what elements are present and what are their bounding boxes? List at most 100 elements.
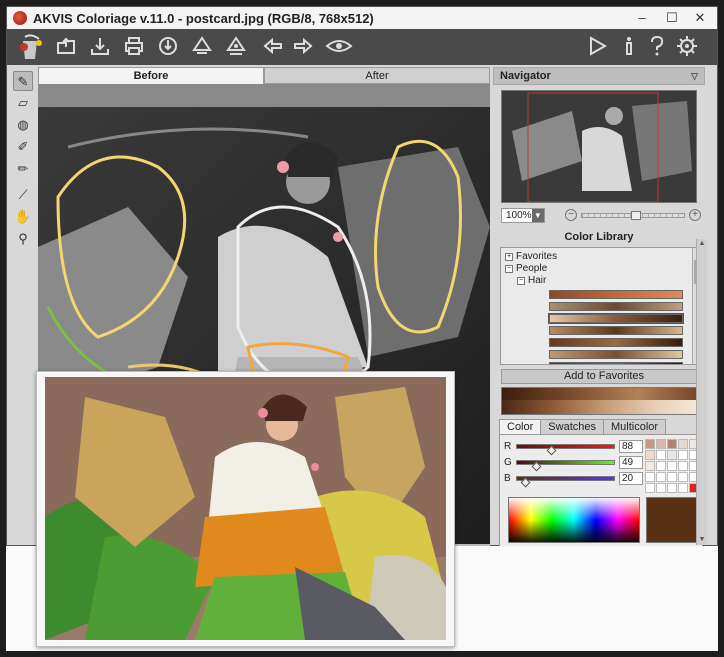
hair-color-gradient[interactable] — [501, 387, 707, 415]
red-slider-handle[interactable] — [546, 445, 557, 455]
add-to-favorites-button[interactable]: Add to Favorites — [501, 369, 707, 384]
navigator-header: Navigator ▽ — [493, 67, 705, 85]
blue-slider-handle[interactable] — [520, 477, 531, 487]
right-panel: Navigator ▽ 100% ▼ − + Color Library + F… — [493, 67, 707, 547]
magic-tube-icon[interactable]: ✐ — [13, 137, 33, 157]
chain-pencil-icon[interactable]: ✏ — [13, 159, 33, 179]
share-icon[interactable] — [224, 35, 248, 59]
tab-before[interactable]: Before — [38, 67, 264, 84]
recent-swatches — [645, 439, 699, 493]
tree-item-hair[interactable]: − Hair — [517, 275, 546, 287]
color-panel: R 88 G 49 B 20 — [499, 434, 703, 547]
swatch-cell[interactable] — [656, 461, 666, 471]
color-swatch-row[interactable] — [549, 350, 683, 359]
tree-item-label: People — [516, 263, 548, 274]
bucket-icon[interactable]: ◍ — [13, 115, 33, 135]
tab-after[interactable]: After — [264, 67, 490, 84]
color-swatch-row[interactable] — [549, 362, 683, 364]
swatch-cell[interactable] — [678, 483, 688, 493]
swatch-cell[interactable] — [645, 472, 655, 482]
help-icon[interactable] — [645, 35, 669, 59]
blue-value-field[interactable]: 20 — [619, 471, 643, 485]
collapse-icon[interactable]: − — [505, 265, 513, 273]
navigator-thumbnail[interactable] — [501, 90, 697, 203]
swatch-cell[interactable] — [678, 472, 688, 482]
green-slider-handle[interactable] — [531, 461, 542, 471]
red-value-field[interactable]: 88 — [619, 439, 643, 453]
green-value-field[interactable]: 49 — [619, 455, 643, 469]
zoom-icon[interactable]: ⚲ — [13, 229, 33, 249]
color-swatch-row[interactable] — [549, 338, 683, 347]
swatch-cell[interactable] — [678, 461, 688, 471]
color-swatch-row[interactable] — [548, 313, 684, 324]
load-strokes-icon[interactable] — [156, 35, 180, 59]
settings-icon[interactable] — [675, 35, 699, 59]
swatch-cell[interactable] — [645, 439, 655, 449]
swatch-cell[interactable] — [645, 483, 655, 493]
info-icon[interactable] — [617, 35, 641, 59]
color-library-title: Color Library — [564, 231, 634, 243]
app-logo-icon — [13, 11, 27, 25]
current-color-preview — [646, 497, 700, 543]
zoom-select[interactable]: 100% ▼ — [501, 207, 545, 223]
swatch-cell[interactable] — [656, 483, 666, 493]
collapse-icon[interactable]: − — [517, 277, 525, 285]
navigator-title: Navigator — [500, 70, 551, 82]
eyedropper-icon[interactable]: ⟋ — [13, 185, 33, 205]
blue-slider[interactable] — [516, 475, 615, 487]
color-swatch-row[interactable] — [549, 290, 683, 299]
swatch-cell[interactable] — [667, 439, 677, 449]
color-spectrum-picker[interactable] — [508, 497, 640, 543]
swatch-cell[interactable] — [678, 439, 688, 449]
swatch-cell[interactable] — [645, 461, 655, 471]
collapse-chevron-icon[interactable]: ▽ — [691, 68, 698, 85]
eraser-icon[interactable]: ▱ — [13, 93, 33, 113]
tree-item-favorites[interactable]: + Favorites — [505, 251, 557, 263]
green-slider[interactable] — [516, 459, 615, 471]
swatch-cell[interactable] — [667, 472, 677, 482]
panel-scrollbar[interactable]: ▲ ▼ — [696, 239, 707, 545]
tab-swatches[interactable]: Swatches — [540, 419, 604, 435]
swatch-cell[interactable] — [667, 483, 677, 493]
blue-channel-row: B 20 — [504, 471, 643, 487]
scroll-down-icon[interactable]: ▼ — [697, 535, 707, 545]
expand-icon[interactable]: + — [505, 253, 513, 261]
run-icon[interactable] — [585, 35, 609, 59]
back-icon[interactable] — [261, 35, 285, 59]
swatch-cell[interactable] — [656, 439, 666, 449]
zoom-out-button[interactable]: − — [565, 209, 577, 221]
tab-color[interactable]: Color — [499, 419, 542, 435]
maximize-button[interactable]: ☐ — [659, 9, 685, 27]
save-icon[interactable] — [88, 35, 112, 59]
swatch-cell[interactable] — [667, 461, 677, 471]
preview-eye-icon[interactable] — [325, 35, 353, 59]
close-button[interactable]: ✕ — [687, 9, 713, 27]
swatch-cell[interactable] — [667, 450, 677, 460]
minimize-button[interactable]: – — [629, 9, 655, 27]
color-swatch-row[interactable] — [549, 302, 683, 311]
after-image — [45, 377, 446, 640]
swatch-cell[interactable] — [656, 450, 666, 460]
swatch-cell[interactable] — [678, 450, 688, 460]
tree-item-people[interactable]: − People — [505, 263, 547, 275]
save-strokes-icon[interactable] — [190, 35, 214, 59]
red-slider[interactable] — [516, 443, 615, 455]
green-channel-row: G 49 — [504, 455, 643, 471]
scroll-up-icon[interactable]: ▲ — [697, 239, 707, 249]
pencil-icon[interactable]: ✎ — [13, 71, 33, 91]
color-swatch-row[interactable] — [549, 326, 683, 335]
zoom-slider[interactable] — [581, 210, 685, 220]
zoom-slider-handle[interactable] — [630, 210, 641, 220]
tree-item-label: Favorites — [516, 251, 558, 262]
red-label: R — [504, 440, 512, 452]
zoom-in-button[interactable]: + — [689, 209, 701, 221]
swatch-cell[interactable] — [656, 472, 666, 482]
swatch-cell[interactable] — [645, 450, 655, 460]
forward-icon[interactable] — [291, 35, 315, 59]
color-tabs: Color Swatches Multicolor — [499, 419, 703, 435]
chevron-down-icon[interactable]: ▼ — [531, 208, 544, 222]
open-icon[interactable] — [54, 35, 78, 59]
hand-icon[interactable]: ✋ — [13, 207, 33, 227]
tab-multicolor[interactable]: Multicolor — [603, 419, 667, 435]
print-icon[interactable] — [122, 35, 146, 59]
